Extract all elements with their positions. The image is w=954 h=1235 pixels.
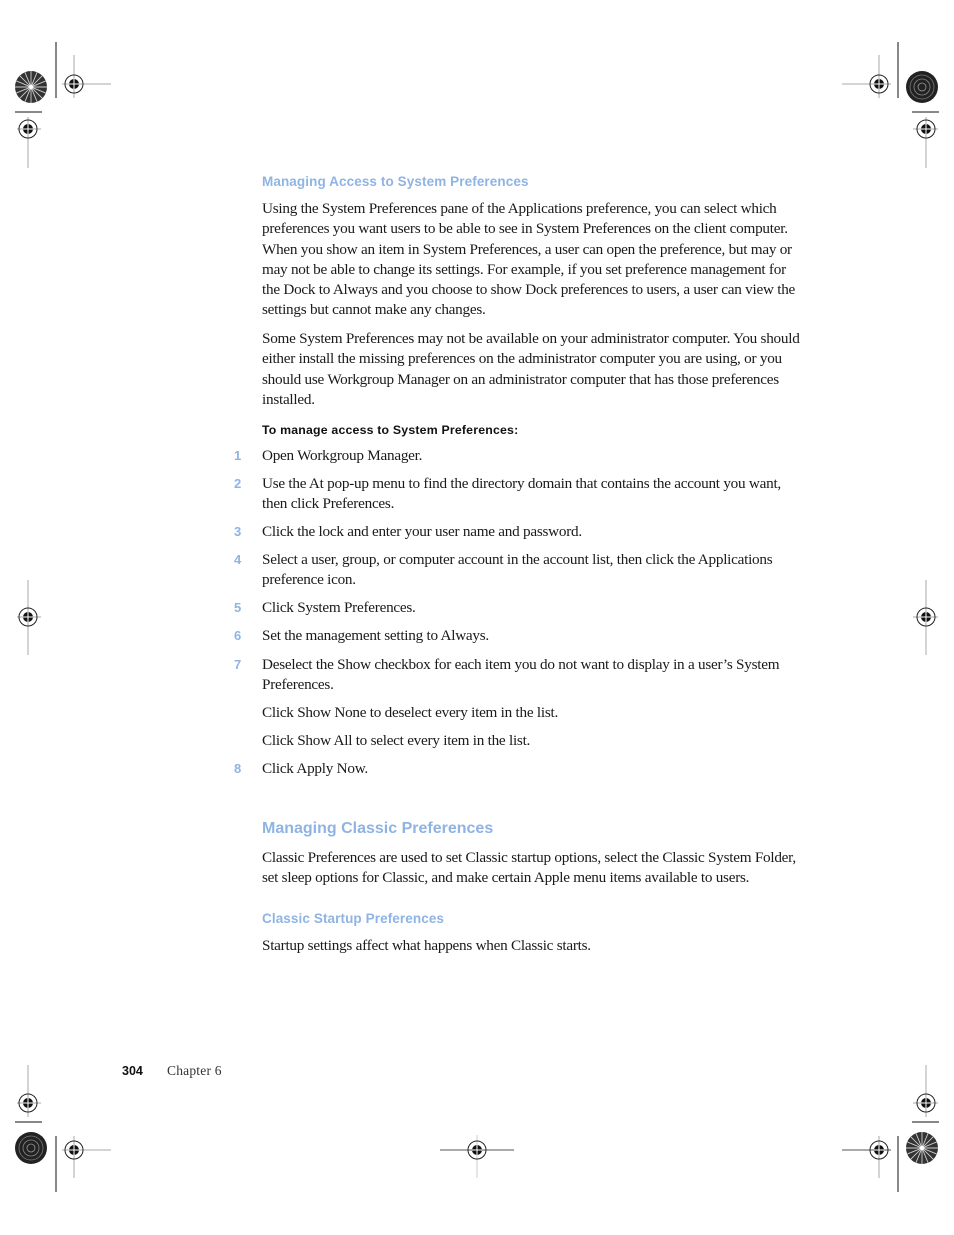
color-bar-rings-icon	[14, 1131, 48, 1165]
document-page: Managing Access to System Preferences Us…	[0, 0, 954, 1235]
color-bar-rings-icon	[905, 70, 939, 104]
color-bar-star-icon	[14, 70, 48, 104]
color-bar-star-icon	[905, 1131, 939, 1165]
printer-marks	[14, 42, 939, 1192]
